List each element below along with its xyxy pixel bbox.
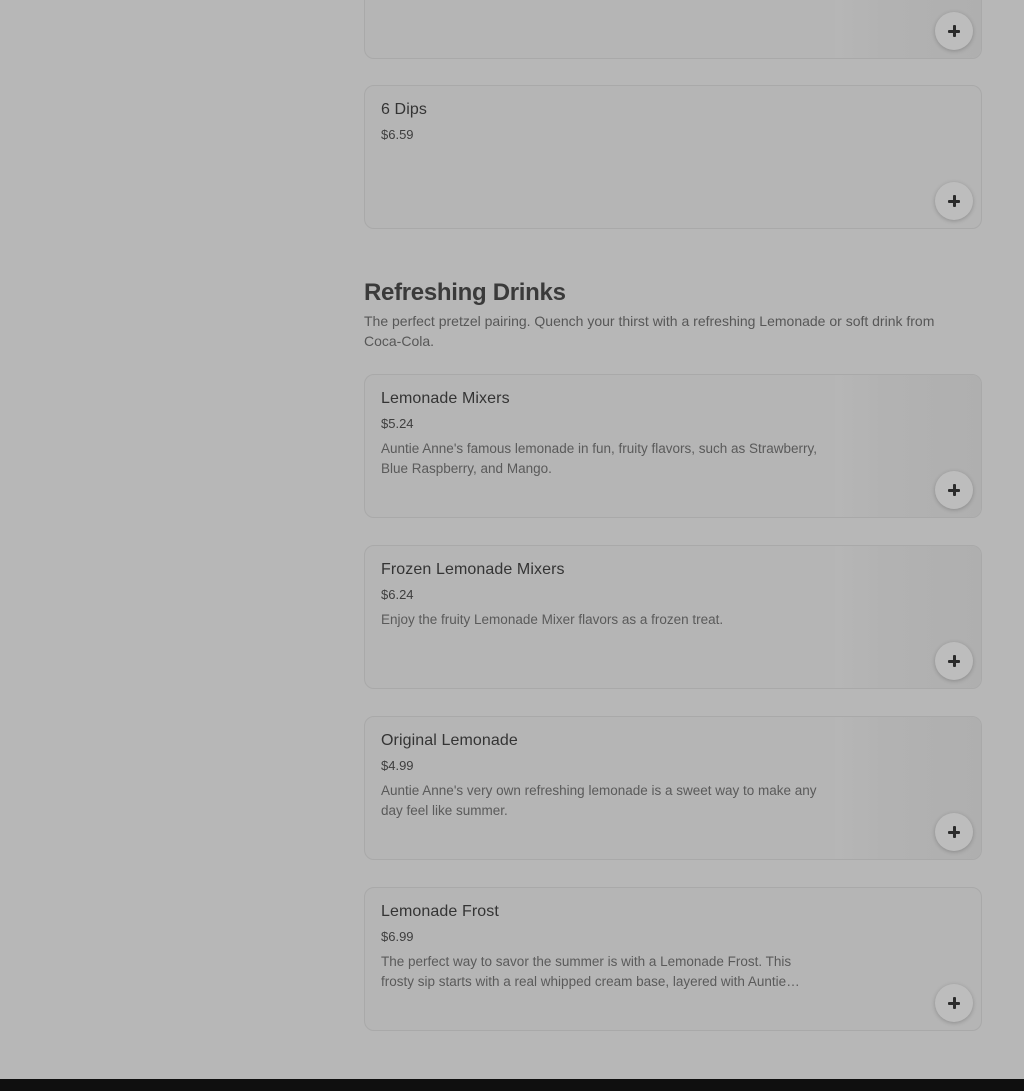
add-item-button[interactable]	[935, 12, 973, 50]
item-description: The perfect way to savor the summer is w…	[381, 954, 792, 989]
section-description: The perfect pretzel pairing. Quench your…	[364, 313, 935, 349]
plus-icon	[948, 826, 960, 838]
item-description: Enjoy the fruity Lemonade Mixer flavors …	[381, 612, 724, 627]
plus-icon	[948, 195, 960, 207]
plus-icon	[948, 997, 960, 1009]
item-price: $4.99	[381, 758, 414, 773]
item-description: Auntie Anne's famous lemonade in fun, fr…	[381, 441, 818, 476]
menu-item-card[interactable]: Frozen Lemonade Mixers $6.24 Enjoy the f…	[364, 545, 982, 689]
menu-item-card[interactable]	[364, 0, 982, 59]
add-item-button[interactable]	[935, 642, 973, 680]
plus-icon	[948, 484, 960, 496]
menu-item-card[interactable]: 6 Dips $6.59	[364, 85, 982, 229]
item-name: Original Lemonade	[381, 732, 518, 749]
item-name: Frozen Lemonade Mixers	[381, 561, 565, 578]
item-name: Lemonade Mixers	[381, 390, 510, 407]
item-price: $6.59	[381, 127, 414, 142]
menu-item-card[interactable]: Lemonade Mixers $5.24 Auntie Anne's famo…	[364, 374, 982, 518]
menu-item-card[interactable]: Lemonade Frost $6.99 The perfect way to …	[364, 887, 982, 1031]
item-name: Lemonade Frost	[381, 903, 499, 920]
item-name: 6 Dips	[381, 101, 427, 118]
add-item-button[interactable]	[935, 182, 973, 220]
item-description: Auntie Anne's very own refreshing lemona…	[381, 783, 817, 818]
section-title: Refreshing Drinks	[364, 279, 566, 306]
plus-icon	[948, 25, 960, 37]
item-price: $6.99	[381, 929, 414, 944]
item-price: $5.24	[381, 416, 414, 431]
plus-icon	[948, 655, 960, 667]
menu-item-card[interactable]: Original Lemonade $4.99 Auntie Anne's ve…	[364, 716, 982, 860]
add-item-button[interactable]	[935, 984, 973, 1022]
add-item-button[interactable]	[935, 813, 973, 851]
footer-bar	[0, 1079, 1024, 1091]
item-price: $6.24	[381, 587, 414, 602]
add-item-button[interactable]	[935, 471, 973, 509]
